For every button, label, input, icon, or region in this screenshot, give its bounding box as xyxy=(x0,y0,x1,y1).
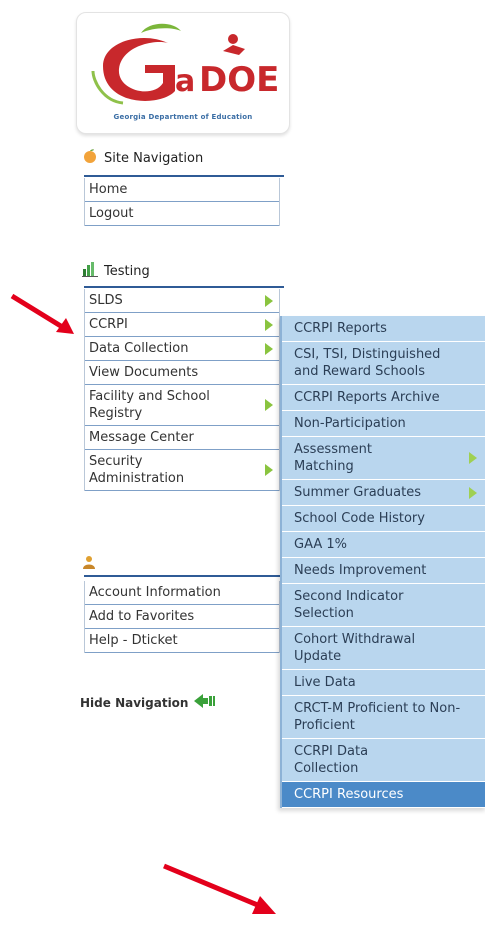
submenu-item-label: Second Indicator Selection xyxy=(294,589,404,621)
submenu-item-label: School Code History xyxy=(294,511,425,526)
account-menu: Account Information Add to Favorites Hel… xyxy=(84,581,280,653)
user-icon xyxy=(82,555,96,573)
peach-icon xyxy=(82,148,98,168)
nav-item-facility-school-registry[interactable]: Facility and School Registry xyxy=(85,385,279,426)
annotation-arrow-ccrpi-resources xyxy=(163,863,276,914)
testing-menu: SLDS CCRPI Data Collection View Document… xyxy=(84,289,280,491)
submenu-item-ccrpi-data-collection[interactable]: CCRPI Data Collection xyxy=(282,739,485,782)
site-navigation-rule xyxy=(84,175,284,177)
nav-item-add-to-favorites[interactable]: Add to Favorites xyxy=(85,605,279,629)
nav-item-label: Data Collection xyxy=(89,341,189,356)
nav-item-account-information[interactable]: Account Information xyxy=(85,581,279,605)
svg-text:DOE: DOE xyxy=(199,60,279,100)
submenu-item-school-code-history[interactable]: School Code History xyxy=(282,506,485,532)
submenu-item-label: CRCT-M Proficient to Non-Proficient xyxy=(294,701,461,733)
submenu-item-label: Summer Graduates xyxy=(294,485,422,500)
submenu-item-label: GAA 1% xyxy=(294,537,347,552)
nav-item-label: SLDS xyxy=(89,293,123,308)
submenu-item-label: CCRPI Reports Archive xyxy=(294,390,440,405)
submenu-item-label: CCRPI Resources xyxy=(294,787,404,802)
nav-item-label: View Documents xyxy=(89,365,199,380)
nav-item-label: Facility and School Registry xyxy=(89,389,210,421)
submenu-item-ccrpi-reports-archive[interactable]: CCRPI Reports Archive xyxy=(282,385,485,411)
nav-item-logout[interactable]: Logout xyxy=(85,202,279,226)
logo-subtitle: Georgia Department of Education xyxy=(113,113,253,121)
submenu-item-non-participation[interactable]: Non-Participation xyxy=(282,411,485,437)
submenu-item-csi-tsi[interactable]: CSI, TSI, Distinguished and Reward Schoo… xyxy=(282,342,485,385)
submenu-item-assessment-matching[interactable]: Assessment Matching xyxy=(282,437,485,480)
submenu-arrow-icon xyxy=(469,452,477,464)
account-rule xyxy=(84,575,284,577)
submenu-item-ccrpi-resources[interactable]: CCRPI Resources xyxy=(282,782,485,808)
svg-text:a: a xyxy=(175,64,195,99)
submenu-item-live-data[interactable]: Live Data xyxy=(282,670,485,696)
submenu-arrow-icon xyxy=(265,464,273,476)
submenu-item-label: Needs Improvement xyxy=(294,563,427,578)
submenu-arrow-icon xyxy=(265,318,273,331)
gadoe-logo-mark: a DOE xyxy=(91,23,279,105)
submenu-item-label: Live Data xyxy=(294,675,356,690)
submenu-item-crct-m[interactable]: CRCT-M Proficient to Non-Proficient xyxy=(282,696,485,739)
nav-item-security-administration[interactable]: Security Administration xyxy=(85,450,279,491)
nav-item-label: Account Information xyxy=(89,585,221,600)
hide-arrow-icon xyxy=(194,693,216,712)
site-navigation-menu: Home Logout xyxy=(84,178,280,226)
account-header xyxy=(82,555,102,573)
submenu-item-gaa[interactable]: GAA 1% xyxy=(282,532,485,558)
nav-item-label: Logout xyxy=(89,206,134,221)
nav-item-slds[interactable]: SLDS xyxy=(85,289,279,313)
submenu-arrow-icon xyxy=(265,399,273,411)
submenu-item-summer-graduates[interactable]: Summer Graduates xyxy=(282,480,485,506)
nav-item-help-dticket[interactable]: Help - Dticket xyxy=(85,629,279,653)
submenu-item-label: Non-Participation xyxy=(294,416,406,431)
submenu-item-second-indicator-selection[interactable]: Second Indicator Selection xyxy=(282,584,485,627)
submenu-item-label: Cohort Withdrawal Update xyxy=(294,632,416,664)
nav-item-data-collection[interactable]: Data Collection xyxy=(85,337,279,361)
testing-rule xyxy=(84,286,284,288)
hide-navigation-link[interactable]: Hide Navigation xyxy=(80,693,216,712)
bar-chart-icon xyxy=(82,261,98,281)
gadoe-logo[interactable]: a DOE Georgia Department of Education xyxy=(76,12,290,134)
submenu-item-label: CCRPI Reports xyxy=(294,321,387,336)
submenu-arrow-icon xyxy=(469,486,477,499)
submenu-item-label: CCRPI Data Collection xyxy=(294,744,369,776)
nav-item-view-documents[interactable]: View Documents xyxy=(85,361,279,385)
submenu-item-cohort-withdrawal-update[interactable]: Cohort Withdrawal Update xyxy=(282,627,485,670)
nav-item-label: Help - Dticket xyxy=(89,633,178,648)
site-navigation-header: Site Navigation xyxy=(82,148,203,168)
nav-item-home[interactable]: Home xyxy=(85,178,279,202)
submenu-item-label: CSI, TSI, Distinguished and Reward Schoo… xyxy=(294,347,441,379)
nav-item-label: Security Administration xyxy=(89,454,185,486)
site-navigation-title: Site Navigation xyxy=(104,150,204,166)
nav-item-label: Message Center xyxy=(89,430,194,445)
submenu-arrow-icon xyxy=(265,294,273,307)
testing-header: Testing xyxy=(82,261,150,281)
annotation-arrow-ccrpi xyxy=(10,293,74,334)
submenu-arrow-icon xyxy=(265,342,273,355)
testing-title: Testing xyxy=(104,263,150,279)
submenu-item-label: Assessment Matching xyxy=(294,442,372,474)
hide-navigation-label: Hide Navigation xyxy=(80,695,189,710)
nav-item-ccrpi[interactable]: CCRPI xyxy=(85,313,279,337)
nav-item-label: Home xyxy=(89,182,128,197)
ccrpi-submenu: CCRPI Reports CSI, TSI, Distinguished an… xyxy=(280,316,485,808)
nav-item-label: CCRPI xyxy=(89,317,128,332)
submenu-item-ccrpi-reports[interactable]: CCRPI Reports xyxy=(282,316,485,342)
nav-item-label: Add to Favorites xyxy=(89,609,195,624)
submenu-item-needs-improvement[interactable]: Needs Improvement xyxy=(282,558,485,584)
nav-item-message-center[interactable]: Message Center xyxy=(85,426,279,450)
